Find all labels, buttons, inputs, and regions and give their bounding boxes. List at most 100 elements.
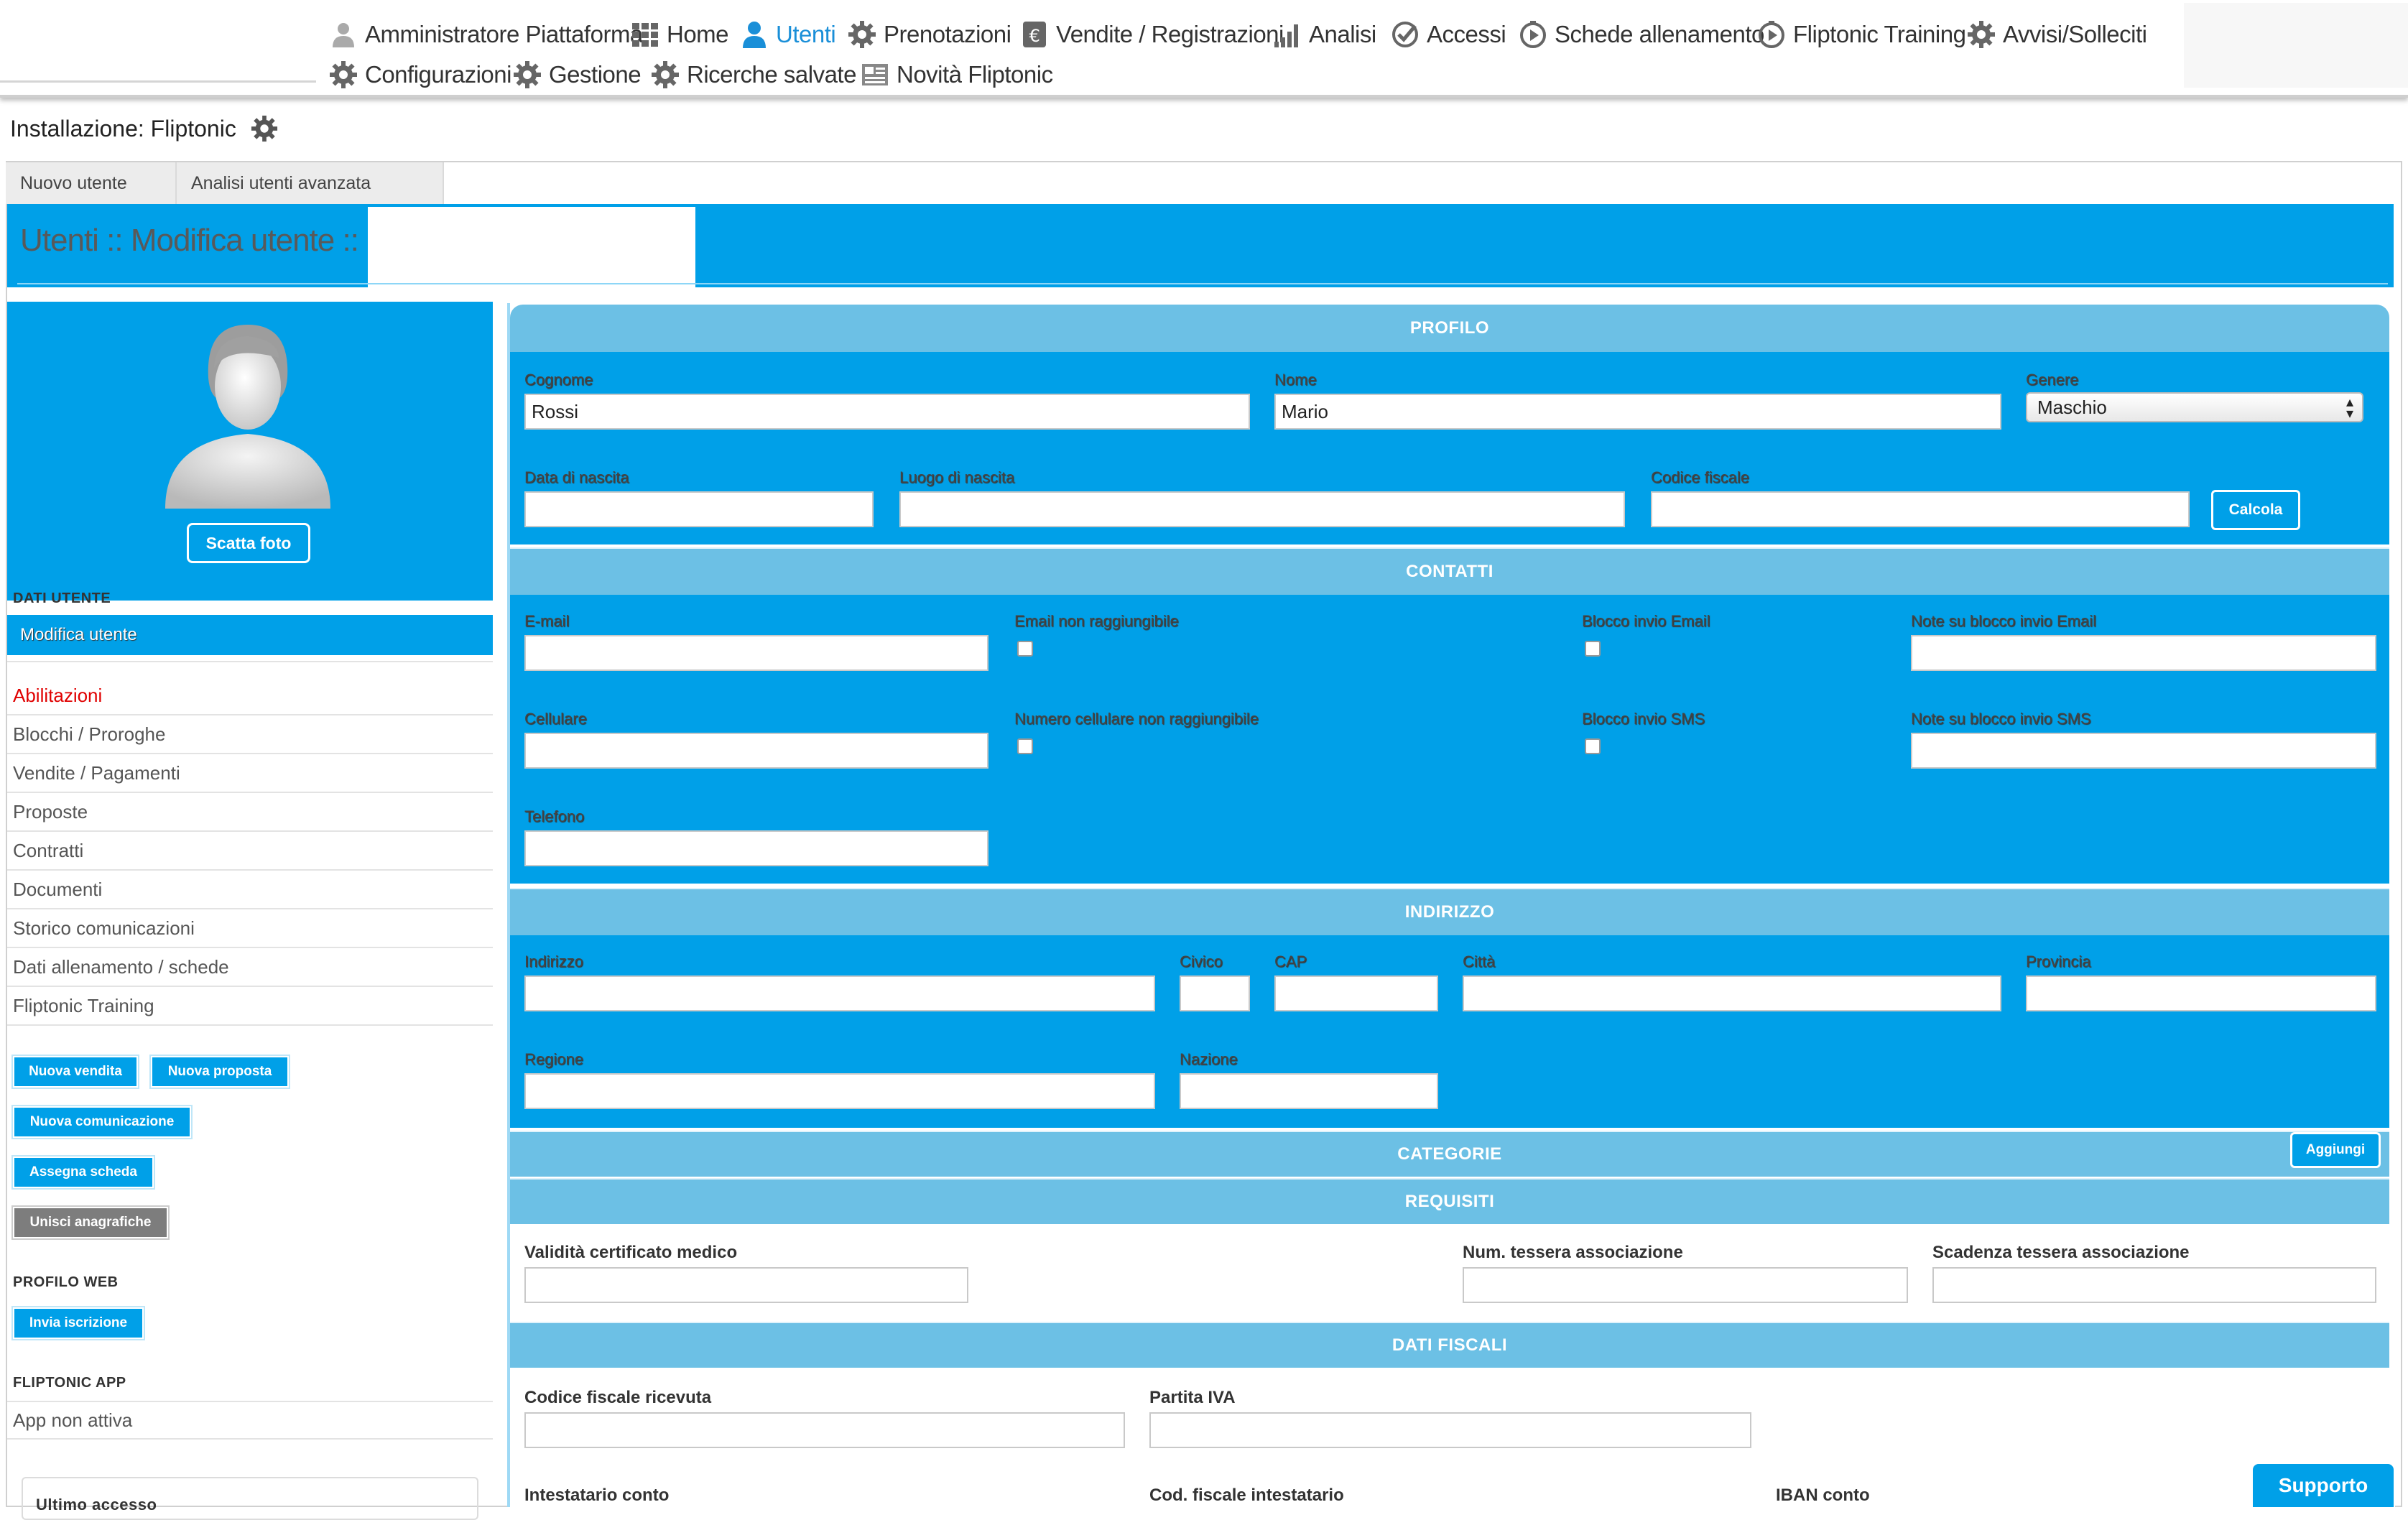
- user-grey-icon: [333, 23, 354, 47]
- nav-analisi[interactable]: Analisi: [1273, 14, 1376, 55]
- partita-iva-label: Partita IVA: [1149, 1388, 1236, 1407]
- genere-select[interactable]: Maschio ▴ ▾: [2026, 392, 2363, 422]
- svg-text:€: €: [1029, 26, 1040, 46]
- menu-contratti[interactable]: Contratti: [7, 832, 493, 871]
- email-unreachable-label: Email non raggiungibile: [1014, 612, 1179, 630]
- nav-label: Analisi: [1309, 21, 1376, 47]
- nav-label: Home: [667, 21, 729, 47]
- navbar-right-area: [2184, 3, 2408, 88]
- telefono-input[interactable]: [524, 830, 988, 866]
- cellulare-input[interactable]: [524, 733, 988, 769]
- email-input[interactable]: [524, 635, 988, 671]
- sms-block-checkbox[interactable]: [1585, 738, 1601, 754]
- mobile-unreachable-checkbox[interactable]: [1017, 738, 1033, 754]
- citta-input[interactable]: [1463, 976, 2001, 1011]
- indirizzo-input[interactable]: [524, 976, 1155, 1011]
- gear-icon: [330, 61, 357, 88]
- nav-vendite[interactable]: € Vendite / Registrazioni: [1020, 14, 1284, 55]
- menu-proposte[interactable]: Proposte: [7, 793, 493, 832]
- email-block-notes-input[interactable]: [1911, 635, 2376, 671]
- send-registration-button[interactable]: Invia iscrizione: [11, 1306, 145, 1340]
- cap-label: CAP: [1274, 953, 1307, 970]
- support-button[interactable]: Supporto: [2253, 1464, 2394, 1507]
- cf-ricevuta-input[interactable]: [524, 1412, 1125, 1448]
- nav-label: Fliptonic Training: [1793, 21, 1966, 47]
- scadenza-tessera-input[interactable]: [1932, 1267, 2376, 1303]
- nav-amministratore[interactable]: Amministratore Piattaforma: [329, 14, 643, 55]
- num-tessera-input[interactable]: [1463, 1267, 1908, 1303]
- email-block-label: Blocco invio Email: [1582, 612, 1710, 630]
- sms-block-notes-label: Note su blocco invio SMS: [1911, 710, 2091, 728]
- new-proposal-button[interactable]: Nuova proposta: [149, 1055, 290, 1089]
- menu-fliptonic-training[interactable]: Fliptonic Training: [7, 987, 493, 1026]
- last-access-label: Ultimo accesso: [36, 1496, 157, 1514]
- cognome-input[interactable]: Rossi: [524, 394, 1250, 430]
- nav-utenti[interactable]: Utenti: [740, 14, 836, 55]
- cap-input[interactable]: [1274, 976, 1438, 1011]
- nav-configurazioni[interactable]: Configurazioni: [329, 55, 511, 95]
- genere-value: Maschio: [2037, 396, 2107, 418]
- validita-certificato-input[interactable]: [524, 1267, 968, 1303]
- partita-iva-input[interactable]: [1149, 1412, 1751, 1448]
- aggiungi-categoria-button[interactable]: Aggiungi: [2290, 1132, 2381, 1168]
- tab-bar: Nuovo utente Analisi utenti avanzata: [6, 162, 444, 204]
- nav-label: Utenti: [776, 21, 836, 47]
- menu-dati-allenamento[interactable]: Dati allenamento / schede: [7, 948, 493, 987]
- nav-label: Amministratore Piattaforma: [365, 21, 643, 47]
- nav-label: Configurazioni: [365, 61, 511, 88]
- calcola-button[interactable]: Calcola: [2211, 490, 2300, 530]
- merge-records-button[interactable]: Unisci anagrafiche: [11, 1205, 170, 1240]
- nav-avvisi-solleciti[interactable]: Avvisi/Solleciti: [1967, 14, 2147, 55]
- sms-block-notes-input[interactable]: [1911, 733, 2376, 769]
- fliptonic-app-label: FLIPTONIC APP: [13, 1375, 126, 1391]
- regione-input[interactable]: [524, 1073, 1155, 1109]
- regione-label: Regione: [524, 1050, 583, 1068]
- section-requisiti-header: REQUISITI: [510, 1178, 2389, 1224]
- take-photo-button[interactable]: Scatta foto: [187, 523, 310, 563]
- nazione-input[interactable]: [1180, 1073, 1438, 1109]
- email-block-notes-label: Note su blocco invio Email: [1911, 612, 2097, 630]
- menu-modifica-utente[interactable]: Modifica utente: [7, 615, 493, 655]
- luogo-nascita-input[interactable]: [899, 491, 1625, 527]
- menu-abilitazioni[interactable]: Abilitazioni: [7, 677, 493, 715]
- signal-bars-icon: [1274, 24, 1298, 47]
- data-nascita-input[interactable]: [524, 491, 874, 527]
- civico-input[interactable]: [1180, 976, 1250, 1011]
- tab-nuovo-utente[interactable]: Nuovo utente: [6, 162, 177, 204]
- menu-documenti[interactable]: Documenti: [7, 871, 493, 909]
- email-block-checkbox[interactable]: [1585, 641, 1601, 657]
- nav-gestione[interactable]: Gestione: [513, 55, 642, 95]
- provincia-input[interactable]: [2026, 976, 2376, 1011]
- grid-icon: [632, 23, 658, 47]
- nav-prenotazioni[interactable]: Prenotazioni: [848, 14, 1011, 55]
- nav-home[interactable]: Home: [631, 14, 729, 55]
- nav-accessi[interactable]: Accessi: [1391, 14, 1506, 55]
- nav-schede-allenamento[interactable]: Schede allenamento: [1519, 14, 1764, 55]
- nav-label: Accessi: [1427, 21, 1506, 47]
- nav-fliptonic-training[interactable]: Fliptonic Training: [1757, 14, 1966, 55]
- nazione-label: Nazione: [1180, 1050, 1238, 1068]
- luogo-nascita-label: Luogo di nascita: [899, 468, 1015, 486]
- menu-blocchi-proroghe[interactable]: Blocchi / Proroghe: [7, 715, 493, 754]
- section-contatti-header: CONTATTI: [510, 547, 2389, 595]
- play-clock-icon: [1520, 21, 1546, 48]
- nav-ricerche-salvate[interactable]: Ricerche salvate: [651, 55, 856, 95]
- civico-label: Civico: [1180, 953, 1223, 970]
- gear-icon: [652, 61, 679, 88]
- email-unreachable-checkbox[interactable]: [1017, 641, 1033, 657]
- gear-icon: [848, 21, 876, 48]
- nome-label: Nome: [1274, 371, 1317, 389]
- codice-fiscale-input[interactable]: [1651, 491, 2190, 527]
- menu-vendite-pagamenti[interactable]: Vendite / Pagamenti: [7, 754, 493, 793]
- new-communication-button[interactable]: Nuova comunicazione: [11, 1105, 193, 1139]
- cellulare-label: Cellulare: [524, 710, 587, 728]
- nome-input[interactable]: Mario: [1274, 394, 2001, 430]
- assign-workout-button[interactable]: Assegna scheda: [11, 1155, 155, 1190]
- menu-divider: [7, 661, 493, 662]
- nav-novita-fliptonic[interactable]: Novità Fliptonic: [861, 55, 1053, 95]
- cf-intestatario-label: Cod. fiscale intestatario: [1149, 1486, 1344, 1505]
- new-sale-button[interactable]: Nuova vendita: [11, 1055, 139, 1089]
- tab-analisi-utenti-avanzata[interactable]: Analisi utenti avanzata: [177, 162, 444, 204]
- settings-gear-icon[interactable]: [251, 115, 278, 142]
- menu-storico-comunicazioni[interactable]: Storico comunicazioni: [7, 909, 493, 948]
